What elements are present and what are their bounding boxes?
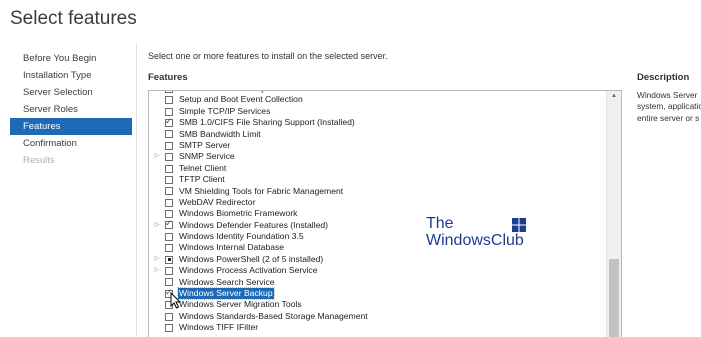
windows-logo-icon xyxy=(512,218,526,232)
feature-label[interactable]: Windows Server Migration Tools xyxy=(178,299,303,310)
description-heading: Description xyxy=(637,72,690,83)
feature-label[interactable]: Telnet Client xyxy=(178,163,227,174)
scrollbar-thumb[interactable] xyxy=(609,259,619,337)
nav-item-installation-type[interactable]: Installation Type xyxy=(10,67,132,84)
feature-checkbox[interactable] xyxy=(165,187,173,196)
feature-checkbox[interactable] xyxy=(165,164,173,173)
features-heading: Features xyxy=(148,72,188,83)
feature-checkbox[interactable] xyxy=(165,267,173,276)
feature-checkbox[interactable] xyxy=(165,91,173,93)
features-scrollbar[interactable]: ▲ xyxy=(606,91,621,337)
feature-checkbox[interactable] xyxy=(165,130,173,139)
features-list[interactable]: RPC over HTTP ProxySetup and Boot Event … xyxy=(148,90,622,337)
feature-checkbox[interactable] xyxy=(165,175,173,184)
feature-checkbox[interactable] xyxy=(165,218,173,230)
page-title: Select features xyxy=(10,8,137,29)
mouse-pointer-icon xyxy=(170,292,181,309)
feature-checkbox[interactable] xyxy=(165,198,173,207)
feature-label[interactable]: Setup and Boot Event Collection xyxy=(178,94,304,105)
feature-label[interactable]: SMB 1.0/CIFS File Sharing Support (Insta… xyxy=(178,117,356,128)
watermark-line2: WindowsClub xyxy=(426,232,524,249)
feature-checkbox[interactable] xyxy=(165,153,173,162)
feature-label[interactable]: SNMP Service xyxy=(178,151,236,162)
description-line: Windows Server xyxy=(637,90,698,100)
feature-label[interactable]: Simple TCP/IP Services xyxy=(178,106,271,117)
description-line: entire server or s xyxy=(637,112,700,123)
instruction-text: Select one or more features to install o… xyxy=(148,51,388,61)
feature-checkbox[interactable] xyxy=(165,116,173,127)
feature-label[interactable]: Windows Biometric Framework xyxy=(178,208,298,219)
feature-label[interactable]: Windows TIFF IFilter xyxy=(178,322,259,333)
feature-checkbox[interactable] xyxy=(165,107,173,116)
chevron-right-icon[interactable]: ▷ xyxy=(153,265,161,276)
nav-item-results: Results xyxy=(23,155,55,166)
chevron-right-icon[interactable]: ▷ xyxy=(153,220,161,231)
scroll-up-arrow-icon[interactable]: ▲ xyxy=(607,91,621,101)
feature-label[interactable]: Windows Server Backup xyxy=(177,286,275,301)
nav-item-before-you-begin[interactable]: Before You Begin xyxy=(10,50,132,67)
feature-label[interactable]: Windows PowerShell (2 of 5 installed) xyxy=(178,254,324,265)
feature-checkbox[interactable] xyxy=(165,210,173,219)
feature-label[interactable]: Windows Search Service xyxy=(178,277,276,288)
feature-label[interactable]: Windows Standards-Based Storage Manageme… xyxy=(178,311,369,322)
nav-item-confirmation[interactable]: Confirmation xyxy=(10,135,132,152)
feature-label[interactable]: Windows Identity Foundation 3.5 xyxy=(178,231,305,242)
nav-item-server-roles[interactable]: Server Roles xyxy=(10,101,132,118)
feature-label[interactable]: TFTP Client xyxy=(178,174,226,185)
watermark-line1: The xyxy=(426,215,454,232)
chevron-right-icon[interactable]: ▷ xyxy=(153,254,161,265)
feature-label[interactable]: WebDAV Redirector xyxy=(178,197,257,208)
feature-checkbox[interactable] xyxy=(165,141,173,150)
wizard-nav: Before You Begin Installation Type Serve… xyxy=(10,50,132,169)
feature-checkbox[interactable] xyxy=(165,244,173,253)
feature-checkbox[interactable] xyxy=(165,96,173,105)
nav-item-features[interactable]: Features xyxy=(10,118,132,135)
description-text: Windows Server system, applicatio entire… xyxy=(637,90,701,124)
feature-label[interactable]: Windows Internal Database xyxy=(178,242,285,253)
chevron-right-icon[interactable]: ▷ xyxy=(153,151,161,162)
feature-checkbox[interactable] xyxy=(165,255,173,264)
nav-divider xyxy=(136,44,137,336)
feature-checkbox[interactable] xyxy=(165,324,173,332)
description-line: system, applicatio xyxy=(637,101,701,112)
nav-item-server-selection[interactable]: Server Selection xyxy=(10,84,132,101)
feature-label[interactable]: Windows Defender Features (Installed) xyxy=(178,220,329,231)
feature-label[interactable]: Windows Process Activation Service xyxy=(178,265,319,276)
feature-checkbox[interactable] xyxy=(165,278,173,287)
feature-label[interactable]: VM Shielding Tools for Fabric Management xyxy=(178,186,344,197)
watermark: The WindowsClub xyxy=(426,215,526,250)
feature-label[interactable]: SMTP Server xyxy=(178,140,231,151)
feature-label[interactable]: SMB Bandwidth Limit xyxy=(178,129,262,140)
feature-checkbox[interactable] xyxy=(165,232,173,241)
feature-checkbox[interactable] xyxy=(165,312,173,321)
